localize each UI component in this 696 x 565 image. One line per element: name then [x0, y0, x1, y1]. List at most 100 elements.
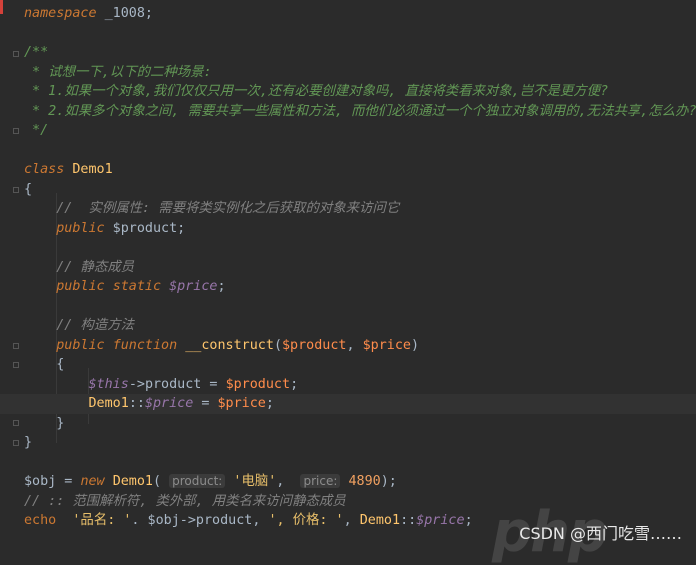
fold-toggle-icon[interactable]: [13, 187, 19, 193]
code-token: $price: [362, 337, 411, 353]
code-line[interactable]: $this->product = $product;: [24, 375, 696, 395]
code-token: ): [411, 337, 420, 353]
code-token: */: [24, 123, 49, 138]
code-token: new: [80, 474, 105, 489]
code-token: ', 价格: ': [268, 513, 344, 528]
code-token: $price: [169, 279, 218, 294]
code-line[interactable]: public function __construct($product, $p…: [24, 336, 696, 356]
fold-toggle-icon[interactable]: [13, 440, 19, 446]
code-line[interactable]: [24, 297, 696, 317]
code-line[interactable]: {: [24, 355, 696, 375]
code-token: 4890: [348, 474, 381, 489]
parameter-hint: price:: [300, 474, 341, 488]
code-line[interactable]: [24, 141, 696, 161]
code-line[interactable]: [24, 453, 696, 473]
code-line[interactable]: // 实例属性: 需要将类实例化之后获取的对象来访问它: [24, 199, 696, 219]
code-line[interactable]: [24, 24, 696, 44]
code-token: $obj =: [24, 474, 81, 489]
code-token: // 静态成员: [56, 259, 134, 275]
code-token: // 实例属性: 需要将类实例化之后获取的对象来访问它: [56, 201, 400, 216]
code-token: // 构造方法: [56, 318, 134, 333]
code-token: $product: [225, 376, 291, 392]
code-line[interactable]: }: [24, 414, 696, 434]
code-token: _1008;: [96, 6, 153, 21]
code-token: ::: [400, 513, 417, 528]
code-token: ,: [346, 337, 363, 353]
code-line[interactable]: {: [24, 180, 696, 200]
code-token: product: [144, 376, 202, 392]
code-line[interactable]: public $product;: [24, 219, 696, 239]
code-token: (: [273, 337, 282, 353]
code-token: Demo1: [359, 513, 401, 528]
code-token: ;: [464, 513, 473, 528]
code-token: Demo1: [112, 474, 153, 489]
code-token: Demo1: [88, 396, 129, 411]
code-token: '品名: ': [72, 513, 132, 528]
code-token: public: [56, 279, 105, 294]
fold-toggle-icon[interactable]: [13, 420, 19, 426]
code-line[interactable]: $obj = new Demo1( product: '电脑', price: …: [24, 472, 696, 492]
code-line[interactable]: class Demo1: [24, 160, 696, 180]
code-line[interactable]: }: [24, 433, 696, 453]
code-line[interactable]: namespace _1008;: [24, 4, 696, 24]
code-token: // :: 范围解析符, 类外部, 用类名来访问静态成员: [24, 493, 346, 509]
code-line[interactable]: // 静态成员: [24, 258, 696, 278]
code-token: ::: [128, 396, 145, 411]
code-token: namespace: [24, 6, 97, 21]
code-token: class: [24, 162, 65, 177]
error-stripe-marker: [0, 0, 3, 14]
code-token: (: [153, 474, 170, 489]
code-token: $this: [88, 376, 129, 392]
code-token: * 试想一下,以下的二种场景:: [24, 64, 212, 80]
code-line[interactable]: /**: [24, 43, 696, 63]
code-token: );: [380, 474, 397, 489]
code-token: public: [56, 337, 105, 353]
code-token: ->: [128, 376, 145, 392]
code-token: $product;: [104, 220, 186, 236]
code-line[interactable]: // 构造方法: [24, 316, 696, 336]
code-token: {: [24, 357, 65, 372]
fold-toggle-icon[interactable]: [13, 51, 19, 57]
code-token: ,: [343, 513, 360, 528]
code-token: * 2.如果多个对象之间, 需要共享一些属性和方法, 而他们必须通过一个个独立对…: [24, 103, 696, 119]
code-token: '电脑': [233, 474, 277, 489]
code-line[interactable]: * 1.如果一个对象,我们仅仅只用一次,还有必要创建对象吗, 直接将类看来对象,…: [24, 82, 696, 102]
code-line[interactable]: Demo1::$price = $price;: [0, 394, 696, 414]
csdn-watermark: CSDN @西门吃雪……: [519, 524, 682, 543]
code-token: $price: [144, 396, 194, 411]
fold-toggle-icon[interactable]: [13, 362, 19, 368]
code-token: static: [112, 279, 162, 294]
fold-toggle-icon[interactable]: [13, 128, 19, 134]
code-token: . $obj->product,: [131, 513, 269, 528]
code-line[interactable]: public static $price;: [24, 277, 696, 297]
fold-toggle-icon[interactable]: [13, 343, 19, 349]
code-line[interactable]: * 试想一下,以下的二种场景:: [24, 63, 696, 83]
code-token: ;: [290, 376, 299, 392]
code-token: }: [24, 415, 65, 431]
code-token: ,: [276, 474, 301, 489]
code-line[interactable]: * 2.如果多个对象之间, 需要共享一些属性和方法, 而他们必须通过一个个独立对…: [24, 102, 696, 122]
code-token: $price: [217, 396, 266, 411]
code-token: ;: [217, 279, 226, 294]
code-token: ;: [265, 396, 274, 411]
code-token: }: [24, 435, 33, 450]
code-editor[interactable]: namespace _1008; /** * 试想一下,以下的二种场景: * 1.…: [0, 0, 696, 552]
code-token: {: [24, 181, 33, 197]
code-line[interactable]: [24, 238, 696, 258]
code-token: $product: [282, 337, 347, 353]
code-token: * 1.如果一个对象,我们仅仅只用一次,还有必要创建对象吗, 直接将类看来对象,…: [24, 84, 609, 99]
code-line[interactable]: */: [24, 121, 696, 141]
code-token: __construct: [185, 337, 274, 353]
